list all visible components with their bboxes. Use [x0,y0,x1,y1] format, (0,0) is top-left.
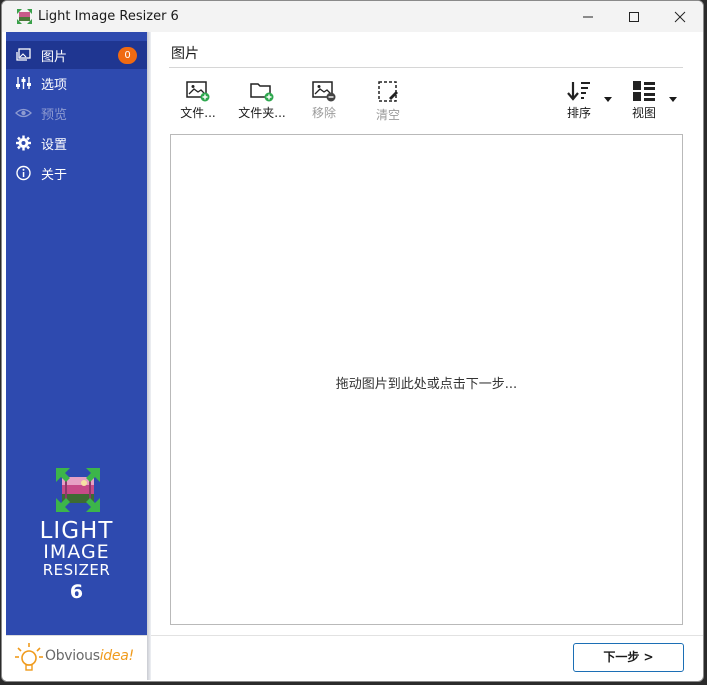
lightbulb-icon [15,643,43,671]
view-label: 视图 [631,106,656,120]
drop-hint-text: 拖动图片到此处或点击下一步... [335,377,518,392]
sidebar-item-label: 图片 [41,50,68,65]
minimize-button[interactable] [565,1,611,32]
sidebar-item-options[interactable]: 选项 [6,69,147,97]
eye-icon [15,108,32,118]
clear-selection-icon [378,81,398,102]
sliders-icon [16,77,31,89]
image-drop-area[interactable]: 拖动图片到此处或点击下一步... [170,134,683,625]
sidebar-item-pictures[interactable]: 图片 0 [6,41,147,69]
product-logo-icon [56,468,100,512]
clear-button[interactable]: 清空 [370,80,406,128]
add-files-label: 文件... [180,106,216,120]
sidebar: 图片 0 选项 预览 设置 关于 LIGHT IMAGE RESIZER 6 [6,32,147,635]
view-list-icon [633,81,655,101]
count-badge: 0 [118,47,137,64]
logo-text-version: 6 [69,581,84,603]
sidebar-item-settings[interactable]: 设置 [6,129,147,157]
brand-logo-text: Obviousidea! [45,648,134,664]
minimize-icon [583,16,593,18]
gear-icon [16,135,31,151]
next-button[interactable]: 下一步 > [573,643,684,672]
sidebar-item-label: 预览 [41,108,68,123]
close-icon [674,11,686,23]
logo-text-image: IMAGE [43,541,110,563]
clear-label: 清空 [375,108,400,122]
logo-text-resizer: RESIZER [42,561,111,579]
sort-label: 排序 [566,106,591,120]
window-title: Light Image Resizer 6 [38,9,179,24]
remove-image-icon [312,81,336,102]
title-bar: Light Image Resizer 6 [2,1,703,32]
sidebar-item-label: 选项 [41,78,68,93]
page-title: 图片 [171,46,199,62]
title-divider [169,67,683,68]
maximize-icon [629,12,639,22]
add-folder-button[interactable]: 文件夹... [238,80,286,128]
view-dropdown-icon[interactable] [669,97,677,102]
add-folder-icon [250,83,274,102]
brand-footer[interactable]: Obviousidea! [6,635,147,681]
sidebar-item-label: 关于 [41,168,68,183]
footer-divider [151,635,703,636]
maximize-button[interactable] [611,1,657,32]
sort-button[interactable]: 排序 [565,80,593,128]
sort-dropdown-icon[interactable] [604,97,612,102]
add-files-button[interactable]: 文件... [178,80,218,128]
pictures-icon [16,48,31,61]
sidebar-item-label: 设置 [41,138,68,153]
remove-button[interactable]: 移除 [306,80,342,128]
close-button[interactable] [657,1,703,32]
add-image-icon [186,81,210,102]
add-folder-label: 文件夹... [238,106,286,120]
remove-label: 移除 [311,106,336,120]
app-logo-icon [17,9,32,24]
sidebar-item-preview[interactable]: 预览 [6,99,147,127]
info-icon [16,165,31,181]
view-button[interactable]: 视图 [630,80,658,128]
sort-icon [567,82,590,101]
sidebar-divider [147,32,151,680]
sidebar-item-about[interactable]: 关于 [6,159,147,187]
